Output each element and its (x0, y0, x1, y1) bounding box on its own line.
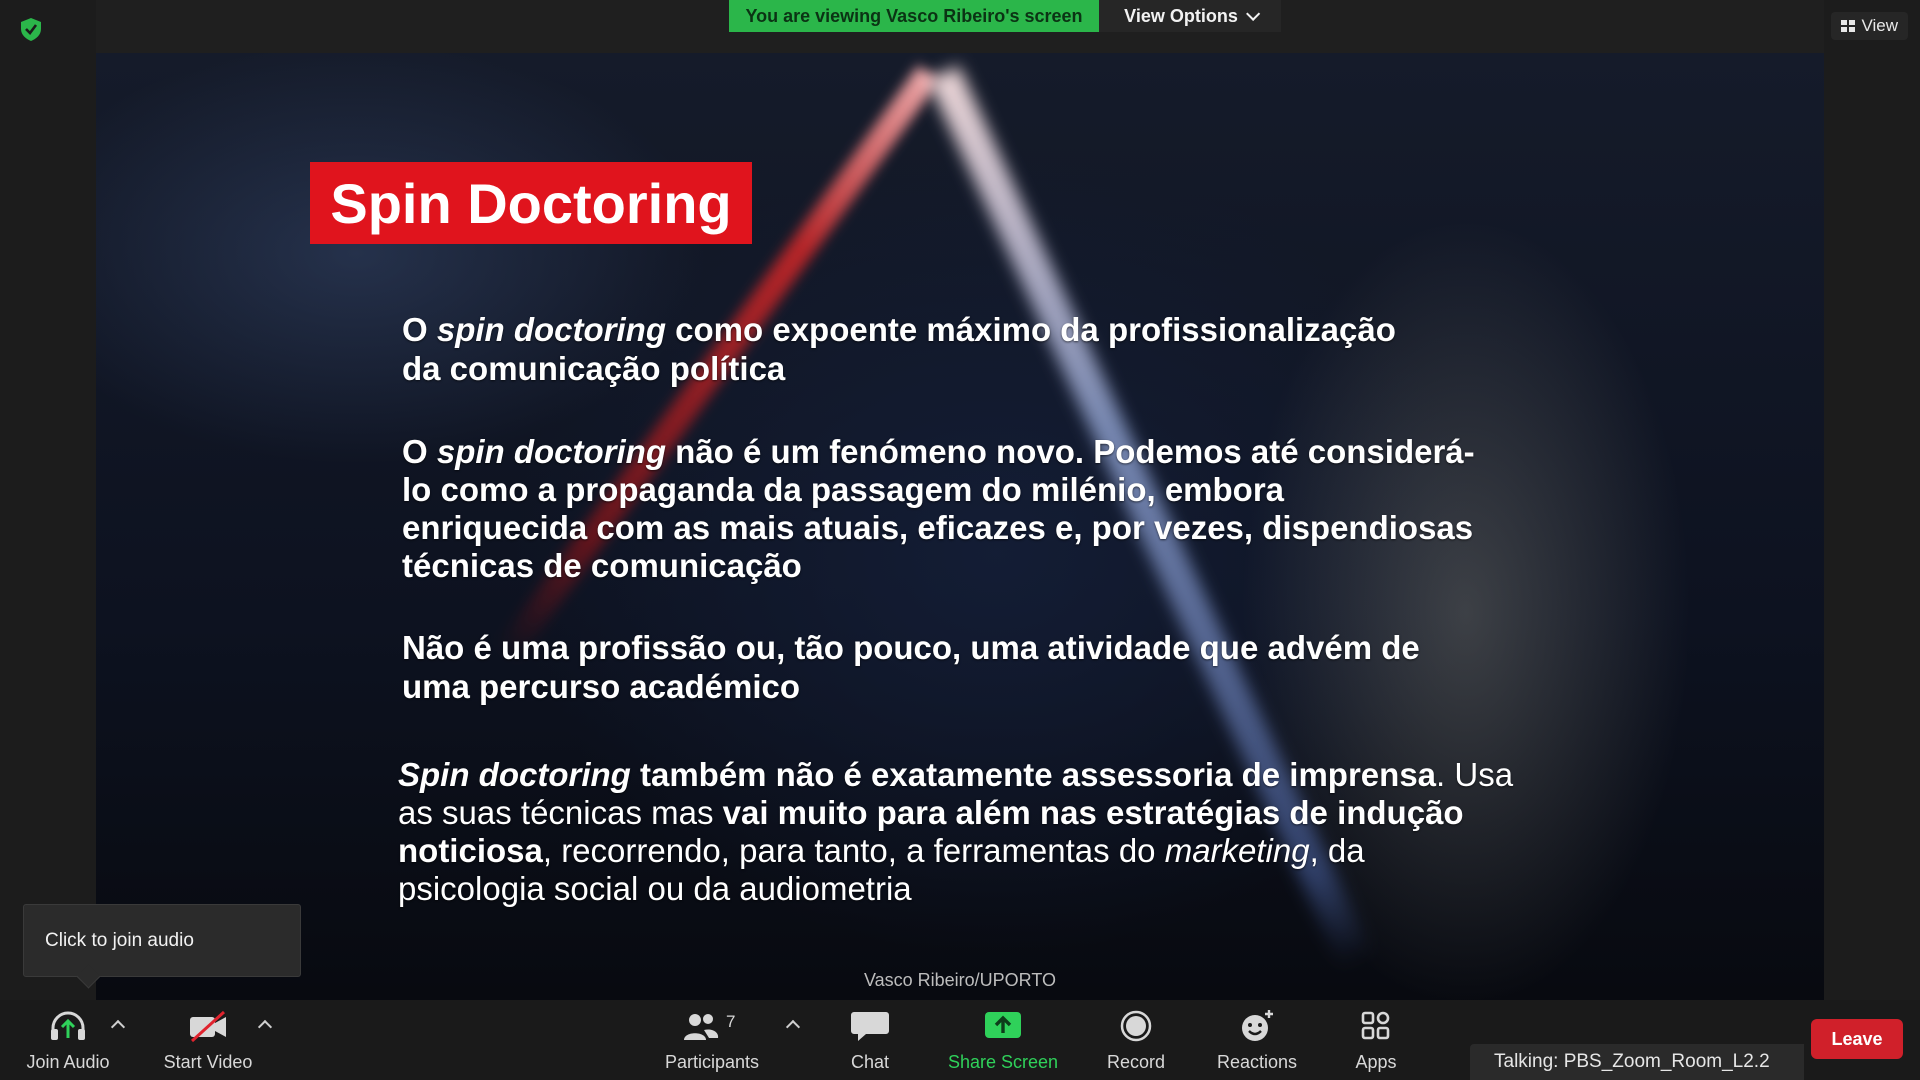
talking-indicator: Talking: PBS_Zoom_Room_L2.2 (1470, 1044, 1804, 1080)
right-strip: View (1824, 0, 1920, 1000)
participants-options-caret[interactable] (785, 1019, 801, 1035)
p4-text-italic-marketing: marketing (1164, 832, 1310, 869)
record-icon (1120, 1010, 1152, 1042)
video-options-caret[interactable] (257, 1019, 273, 1035)
p4-text-c: . Usa (1436, 756, 1514, 793)
p2-text-d: lo como a propaganda da passagem do milé… (402, 471, 1285, 508)
start-video-button[interactable]: Start Video (158, 1008, 258, 1076)
apps-label: Apps (1355, 1052, 1397, 1072)
leave-button[interactable]: Leave (1811, 1019, 1903, 1059)
slide-title: Spin Doctoring (310, 162, 752, 244)
view-button[interactable]: View (1831, 12, 1908, 40)
p3-text-b: uma percurso académico (402, 668, 800, 705)
participants-label: Participants (664, 1052, 760, 1072)
headphones-icon (51, 1011, 85, 1040)
left-strip (0, 0, 96, 1000)
record-label: Record (1106, 1052, 1166, 1072)
view-options-button[interactable]: View Options (1099, 0, 1281, 32)
reactions-icon (1242, 1010, 1273, 1041)
p1-text-a: O (402, 311, 437, 348)
p2-text-a: O (402, 433, 437, 470)
grid-view-icon (1841, 20, 1856, 32)
slide-paragraph-4: Spin doctoring também não é exatamente a… (398, 756, 1598, 908)
slide-paragraph-3: Não é uma profissão ou, tão pouco, uma a… (402, 628, 1602, 706)
join-audio-tooltip[interactable]: Click to join audio (23, 904, 301, 977)
p4-text-italic: Spin doctoring (398, 756, 631, 793)
share-screen-button[interactable]: Share Screen (940, 1008, 1066, 1076)
slide-credit: Vasco Ribeiro/UPORTO (863, 970, 1057, 990)
viewing-banner: You are viewing Vasco Ribeiro's screen (729, 0, 1099, 32)
slide-paragraph-2: O spin doctoring não é um fenómeno novo.… (402, 433, 1602, 585)
shield-check-icon[interactable] (18, 16, 44, 42)
p3-text-a: Não é uma profissão ou, tão pouco, uma a… (402, 629, 1420, 666)
slide-paragraph-1: O spin doctoring como expoente máximo da… (402, 310, 1602, 388)
participants-button[interactable]: 7 Participants (660, 1008, 764, 1076)
p2-text-italic: spin doctoring (436, 433, 666, 470)
chevron-down-icon (1245, 6, 1261, 21)
p1-text-d: da comunicação política (402, 350, 786, 387)
join-audio-button[interactable]: Join Audio (20, 1008, 116, 1076)
record-button[interactable]: Record (1090, 1008, 1182, 1076)
share-screen-icon (985, 1012, 1021, 1038)
p2-text-f: técnicas de comunicação (402, 547, 802, 584)
p2-text-e: enriquecida com as mais atuais, eficazes… (402, 509, 1474, 546)
reactions-button[interactable]: Reactions (1204, 1008, 1310, 1076)
join-audio-tooltip-text: Click to join audio (45, 929, 194, 951)
p2-text-c: não é um fenómeno novo. Podemos até cons… (666, 433, 1475, 470)
p4-text-j: psicologia social ou da audiometria (398, 870, 912, 907)
participants-count: 7 (726, 1012, 736, 1031)
apps-icon (1361, 1011, 1390, 1040)
p4-text-e: vai muito para além nas estratégias de i… (722, 794, 1464, 831)
reactions-label: Reactions (1216, 1052, 1298, 1072)
chat-icon (851, 1012, 889, 1041)
p4-text-d: as suas técnicas mas (398, 794, 723, 831)
participants-icon (684, 1014, 719, 1040)
p4-text-f: noticiosa (398, 832, 543, 869)
chat-label: Chat (850, 1052, 890, 1072)
p1-text-italic: spin doctoring (436, 311, 666, 348)
apps-button[interactable]: Apps (1334, 1008, 1418, 1076)
start-video-label: Start Video (163, 1052, 253, 1072)
p4-text-b: também não é exatamente assessoria de im… (630, 756, 1437, 793)
share-screen-label: Share Screen (947, 1052, 1059, 1072)
participants-icon-wrap: 7 (682, 1008, 742, 1044)
video-off-icon (190, 1010, 226, 1043)
shared-screen-slide: Spin Doctoring O spin doctoring como exp… (96, 53, 1824, 1000)
view-label: View (1861, 16, 1898, 35)
view-options-label: View Options (1124, 5, 1238, 26)
chat-button[interactable]: Chat (820, 1008, 920, 1076)
p4-text-i: , da (1309, 832, 1365, 869)
p1-text-c: como expoente máximo da profissionalizaç… (666, 311, 1396, 348)
join-audio-label: Join Audio (26, 1052, 110, 1072)
p4-text-g: , recorrendo, para tanto, a ferramentas … (542, 832, 1165, 869)
